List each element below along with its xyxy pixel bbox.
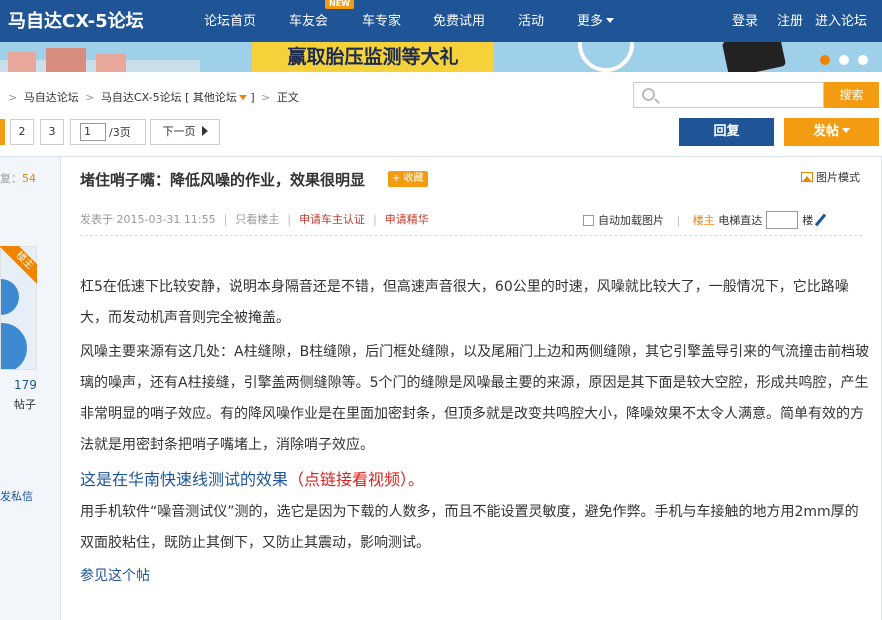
- reply-stat: 复：54: [0, 170, 36, 186]
- new-badge: NEW: [325, 0, 354, 9]
- divider: [80, 235, 862, 236]
- next-page-button[interactable]: 下一页: [150, 119, 220, 145]
- carousel-dot[interactable]: [839, 55, 849, 65]
- breadcrumb-bracket: ]: [250, 91, 255, 104]
- carousel-dot[interactable]: [858, 55, 868, 65]
- site-title[interactable]: 马自达CX-5论坛: [8, 7, 144, 33]
- auto-load-images-checkbox[interactable]: [583, 215, 594, 226]
- banner-decor-circle: [578, 42, 634, 72]
- video-link[interactable]: （点链接看视频）。: [288, 470, 424, 489]
- breadcrumb-mazda-forum[interactable]: 马自达论坛: [24, 91, 79, 104]
- breadcrumb-separator: >: [261, 91, 271, 104]
- banner-phone-image: [721, 42, 787, 72]
- carousel-dot-active[interactable]: [820, 55, 830, 65]
- search-icon: [642, 88, 655, 101]
- top-nav-bar: 马自达CX-5论坛 论坛首页 车友会 NEW 车专家 免费试用 活动 更多 登录…: [0, 0, 882, 42]
- post-meta: 发表于 2015-03-31 11:55 | 只看楼主 | 申请车主认证 | 申请精华: [80, 213, 429, 226]
- banner-text: 赢取胎压监测等大礼: [287, 46, 459, 68]
- search-button[interactable]: 搜索: [824, 82, 879, 108]
- favorite-button[interactable]: + 收藏: [388, 171, 428, 187]
- page-number-input[interactable]: 1: [80, 123, 106, 141]
- chevron-down-icon: [606, 18, 615, 23]
- page-button-3[interactable]: 3: [40, 119, 64, 145]
- nav-more[interactable]: 更多: [577, 10, 615, 29]
- send-message-link[interactable]: 发私信: [0, 488, 33, 504]
- nav-forum-home[interactable]: 论坛首页: [204, 10, 256, 29]
- post-paragraph-2: 风噪主要来源有这几处：A柱缝隙，B柱缝隙，后门框处缝隙，以及尾厢门上边和两侧缝隙…: [80, 344, 870, 453]
- nav-car-expert[interactable]: 车专家: [362, 10, 401, 29]
- nav-more-label: 更多: [577, 14, 604, 29]
- only-owner-link[interactable]: 只看楼主: [235, 213, 279, 226]
- see-post-link[interactable]: 参见这个帖: [80, 561, 870, 592]
- reply-count: 54: [22, 172, 36, 185]
- page-prev-active[interactable]: [0, 119, 5, 145]
- chevron-down-icon: [842, 128, 850, 133]
- enter-forum-link[interactable]: 进入论坛: [815, 10, 867, 29]
- post-time: 发表于 2015-03-31 11:55: [80, 213, 216, 226]
- page-button-2[interactable]: 2: [10, 119, 34, 145]
- nav-activities[interactable]: 活动: [518, 10, 544, 29]
- owner-ribbon-label: 楼主: [0, 246, 37, 288]
- threads-label: 帖子: [14, 398, 36, 411]
- apply-featured-link[interactable]: 申请精华: [385, 213, 429, 226]
- avatar-body: [1, 323, 27, 369]
- breadcrumb: > 马自达论坛 > 马自达CX-5论坛 [ 其他论坛 ] > 正文: [5, 89, 299, 105]
- elevator-label: 电梯直达: [718, 214, 763, 227]
- auto-load-images-label: 自动加载图片: [598, 214, 664, 227]
- breadcrumb-cx5-forum[interactable]: 马自达CX-5论坛: [101, 91, 182, 104]
- chevron-down-icon[interactable]: [238, 95, 247, 100]
- page-total: /3页: [109, 126, 131, 139]
- threads-count[interactable]: 179: [14, 378, 37, 392]
- image-icon: [801, 172, 813, 182]
- post-tools: 自动加载图片 | 楼主 电梯直达楼: [583, 211, 827, 229]
- floor-owner-label: 楼主: [692, 214, 715, 227]
- login-link[interactable]: 登录: [732, 10, 758, 29]
- banner-sign: 赢取胎压监测等大礼: [252, 42, 494, 72]
- image-mode-toggle[interactable]: 图片模式: [801, 169, 860, 185]
- breadcrumb-current: 正文: [276, 91, 299, 104]
- next-page-label: 下一页: [162, 125, 196, 138]
- banner-building: [46, 48, 86, 72]
- reply-stat-label: 复：: [0, 172, 22, 185]
- video-text[interactable]: 这是在华南快速线测试的效果: [80, 470, 288, 489]
- post-paragraph-3: 用手机软件“噪音测试仪”测的，选它是因为下载的人数多，而且不能设置灵敏度，避免作…: [80, 504, 859, 551]
- new-post-label: 发帖: [812, 124, 839, 139]
- new-post-button[interactable]: 发帖: [784, 118, 879, 146]
- apply-cert-link[interactable]: 申请车主认证: [299, 213, 365, 226]
- floor-number-input[interactable]: [766, 211, 799, 229]
- owner-ribbon: 楼主: [0, 246, 37, 288]
- reply-button[interactable]: 回复: [679, 118, 774, 146]
- promo-banner[interactable]: 赢取胎压监测等大礼: [0, 42, 882, 72]
- image-mode-label: 图片模式: [816, 171, 860, 184]
- banner-building: [96, 54, 126, 72]
- nav-car-club[interactable]: 车友会: [289, 10, 328, 29]
- nav-free-trial[interactable]: 免费试用: [433, 10, 485, 29]
- floor-suffix: 楼: [802, 214, 814, 227]
- breadcrumb-separator: >: [8, 91, 18, 104]
- post-title: 堵住哨子嘴：降低风噪的作业，效果很明显: [80, 171, 366, 189]
- chevron-right-icon: [201, 126, 208, 136]
- register-link[interactable]: 注册: [777, 10, 803, 29]
- post-paragraph-1: 杠5在低速下比较安静，说明本身隔音还是不错，但高速声音很大，60公里的时速，风噪…: [80, 279, 849, 326]
- search-input[interactable]: [633, 82, 824, 108]
- banner-building: [8, 52, 36, 72]
- breadcrumb-separator: >: [85, 91, 95, 104]
- video-line: 这是在华南快速线测试的效果（点链接看视频）。: [80, 464, 870, 497]
- breadcrumb-other-forum[interactable]: [ 其他论坛: [185, 91, 237, 104]
